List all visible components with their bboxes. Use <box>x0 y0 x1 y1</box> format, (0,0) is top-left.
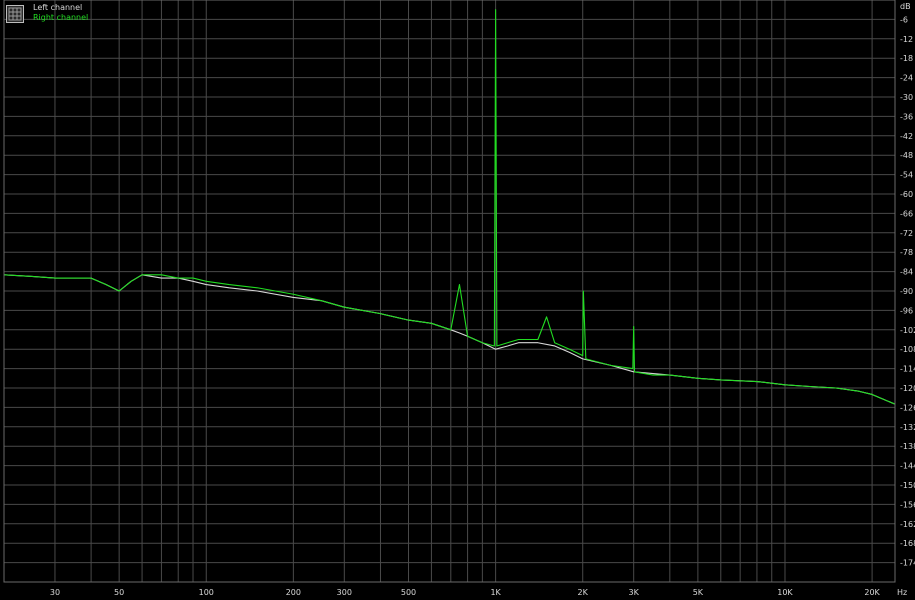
y-tick-label: -60 <box>900 190 913 199</box>
y-tick-label: -30 <box>900 93 913 102</box>
x-unit-label: Hz <box>897 588 907 597</box>
y-tick-label: -54 <box>900 171 913 180</box>
y-tick-label: -12 <box>900 35 913 44</box>
y-tick-label: -90 <box>900 287 913 296</box>
x-tick-label: 300 <box>337 588 352 597</box>
spreadsheet-icon <box>6 5 24 23</box>
y-tick-label: -42 <box>900 132 913 141</box>
y-tick-label: -102 <box>900 326 915 335</box>
y-tick-label: -120 <box>900 384 915 393</box>
y-tick-label: -66 <box>900 209 913 218</box>
y-tick-label: -48 <box>900 151 913 160</box>
x-tick-label: 100 <box>199 588 214 597</box>
y-axis: -6 -12 -18 -24 -30 -36 -42 -48 -54 -60 -66 -72 -78 -8… <box>900 15 915 567</box>
legend-entries: Left channel Right channel <box>33 3 88 23</box>
y-tick-label: -72 <box>900 229 913 238</box>
y-tick-label: -132 <box>900 423 915 432</box>
y-tick-label: -6 <box>900 15 908 24</box>
x-tick-label: 50 <box>114 588 124 597</box>
y-tick-label: -174 <box>900 559 915 568</box>
x-tick-label: 200 <box>286 588 301 597</box>
y-tick-label: -36 <box>900 112 913 121</box>
x-tick-label: 1K <box>490 588 501 597</box>
y-unit-label: dB <box>900 2 911 11</box>
y-tick-label: -114 <box>900 365 915 374</box>
y-tick-label: -168 <box>900 539 915 548</box>
y-tick-label: -108 <box>900 345 915 354</box>
y-tick-label: -18 <box>900 54 913 63</box>
y-tick-label: -126 <box>900 403 915 412</box>
y-tick-label: -24 <box>900 74 913 83</box>
y-tick-label: -150 <box>900 481 915 490</box>
y-tick-label: -144 <box>900 462 915 471</box>
x-tick-label: 3K <box>629 588 640 597</box>
y-tick-label: -138 <box>900 442 915 451</box>
y-tick-label: -96 <box>900 306 913 315</box>
y-tick-label: -156 <box>900 500 915 509</box>
legend-right-channel: Right channel <box>33 13 89 22</box>
y-tick-label: -162 <box>900 520 915 529</box>
x-tick-label: 5K <box>693 588 704 597</box>
x-tick-label: 30 <box>50 588 60 597</box>
x-tick-label: 500 <box>401 588 416 597</box>
y-tick-label: -84 <box>900 268 913 277</box>
spectrum-chart: -6 -12 -18 -24 -30 -36 -42 -48 -54 -60 -66 -72 -78 -8… <box>3 0 915 597</box>
legend: Left channel Right channel <box>6 3 88 27</box>
legend-left-channel: Left channel <box>33 3 83 12</box>
x-tick-label: 2K <box>578 588 589 597</box>
x-tick-label: 20K <box>864 588 880 597</box>
x-axis: 30 50 100 200 300 500 1K 2K 3K 5K 10K 20K <box>50 588 881 597</box>
y-tick-label: -78 <box>900 248 913 257</box>
x-tick-label: 10K <box>777 588 793 597</box>
